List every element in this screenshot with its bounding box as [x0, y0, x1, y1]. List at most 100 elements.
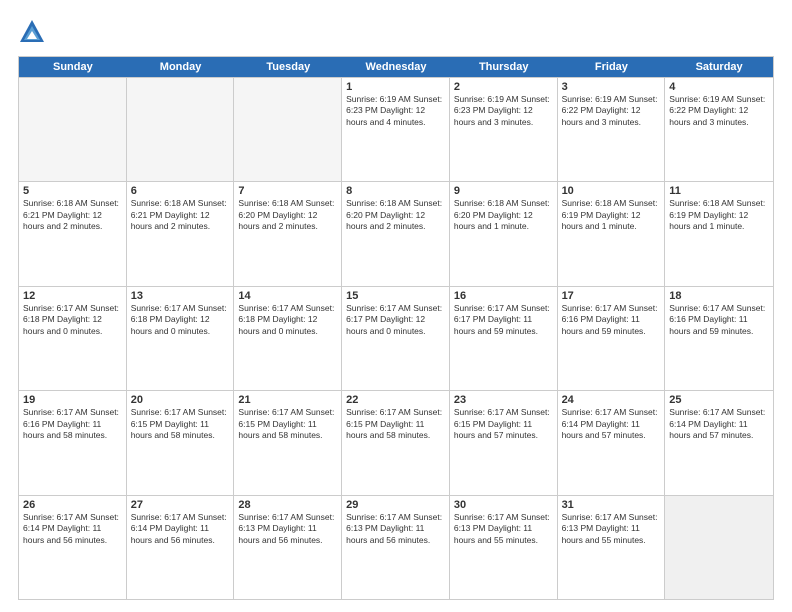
day-info: Sunrise: 6:18 AM Sunset: 6:21 PM Dayligh…: [131, 198, 230, 232]
calendar-row-3: 19Sunrise: 6:17 AM Sunset: 6:16 PM Dayli…: [19, 390, 773, 494]
day-info: Sunrise: 6:19 AM Sunset: 6:23 PM Dayligh…: [346, 94, 445, 128]
day-info: Sunrise: 6:17 AM Sunset: 6:13 PM Dayligh…: [238, 512, 337, 546]
day-info: Sunrise: 6:19 AM Sunset: 6:23 PM Dayligh…: [454, 94, 553, 128]
day-number: 29: [346, 499, 445, 511]
calendar: SundayMondayTuesdayWednesdayThursdayFrid…: [18, 56, 774, 600]
day-number: 12: [23, 290, 122, 302]
calendar-cell: 30Sunrise: 6:17 AM Sunset: 6:13 PM Dayli…: [450, 496, 558, 599]
weekday-header-thursday: Thursday: [450, 57, 558, 77]
calendar-cell: 3Sunrise: 6:19 AM Sunset: 6:22 PM Daylig…: [558, 78, 666, 181]
calendar-cell: 29Sunrise: 6:17 AM Sunset: 6:13 PM Dayli…: [342, 496, 450, 599]
day-info: Sunrise: 6:17 AM Sunset: 6:16 PM Dayligh…: [669, 303, 769, 337]
calendar-cell: 1Sunrise: 6:19 AM Sunset: 6:23 PM Daylig…: [342, 78, 450, 181]
calendar-cell: 19Sunrise: 6:17 AM Sunset: 6:16 PM Dayli…: [19, 391, 127, 494]
calendar-cell: 21Sunrise: 6:17 AM Sunset: 6:15 PM Dayli…: [234, 391, 342, 494]
day-number: 19: [23, 394, 122, 406]
day-info: Sunrise: 6:18 AM Sunset: 6:19 PM Dayligh…: [562, 198, 661, 232]
day-number: 20: [131, 394, 230, 406]
day-info: Sunrise: 6:17 AM Sunset: 6:15 PM Dayligh…: [454, 407, 553, 441]
calendar-cell: [19, 78, 127, 181]
calendar-cell: 27Sunrise: 6:17 AM Sunset: 6:14 PM Dayli…: [127, 496, 235, 599]
day-info: Sunrise: 6:17 AM Sunset: 6:18 PM Dayligh…: [131, 303, 230, 337]
calendar-row-4: 26Sunrise: 6:17 AM Sunset: 6:14 PM Dayli…: [19, 495, 773, 599]
day-info: Sunrise: 6:17 AM Sunset: 6:17 PM Dayligh…: [454, 303, 553, 337]
day-number: 3: [562, 81, 661, 93]
weekday-header-wednesday: Wednesday: [342, 57, 450, 77]
day-number: 11: [669, 185, 769, 197]
weekday-header-tuesday: Tuesday: [234, 57, 342, 77]
day-number: 23: [454, 394, 553, 406]
day-number: 24: [562, 394, 661, 406]
day-info: Sunrise: 6:17 AM Sunset: 6:13 PM Dayligh…: [346, 512, 445, 546]
calendar-row-2: 12Sunrise: 6:17 AM Sunset: 6:18 PM Dayli…: [19, 286, 773, 390]
day-info: Sunrise: 6:17 AM Sunset: 6:15 PM Dayligh…: [346, 407, 445, 441]
day-number: 4: [669, 81, 769, 93]
header: [18, 18, 774, 46]
day-info: Sunrise: 6:17 AM Sunset: 6:15 PM Dayligh…: [238, 407, 337, 441]
day-info: Sunrise: 6:19 AM Sunset: 6:22 PM Dayligh…: [562, 94, 661, 128]
day-number: 17: [562, 290, 661, 302]
day-number: 31: [562, 499, 661, 511]
day-info: Sunrise: 6:17 AM Sunset: 6:14 PM Dayligh…: [562, 407, 661, 441]
calendar-cell: 5Sunrise: 6:18 AM Sunset: 6:21 PM Daylig…: [19, 182, 127, 285]
calendar-cell: 20Sunrise: 6:17 AM Sunset: 6:15 PM Dayli…: [127, 391, 235, 494]
day-info: Sunrise: 6:18 AM Sunset: 6:20 PM Dayligh…: [238, 198, 337, 232]
calendar-cell: 15Sunrise: 6:17 AM Sunset: 6:17 PM Dayli…: [342, 287, 450, 390]
day-info: Sunrise: 6:18 AM Sunset: 6:20 PM Dayligh…: [454, 198, 553, 232]
day-number: 7: [238, 185, 337, 197]
day-number: 25: [669, 394, 769, 406]
day-info: Sunrise: 6:17 AM Sunset: 6:14 PM Dayligh…: [23, 512, 122, 546]
calendar-cell: 8Sunrise: 6:18 AM Sunset: 6:20 PM Daylig…: [342, 182, 450, 285]
day-number: 8: [346, 185, 445, 197]
logo-icon: [18, 18, 46, 46]
day-info: Sunrise: 6:17 AM Sunset: 6:13 PM Dayligh…: [454, 512, 553, 546]
calendar-cell: 7Sunrise: 6:18 AM Sunset: 6:20 PM Daylig…: [234, 182, 342, 285]
day-number: 30: [454, 499, 553, 511]
calendar-cell: 23Sunrise: 6:17 AM Sunset: 6:15 PM Dayli…: [450, 391, 558, 494]
calendar-cell: 17Sunrise: 6:17 AM Sunset: 6:16 PM Dayli…: [558, 287, 666, 390]
calendar-row-0: 1Sunrise: 6:19 AM Sunset: 6:23 PM Daylig…: [19, 77, 773, 181]
calendar-body: 1Sunrise: 6:19 AM Sunset: 6:23 PM Daylig…: [19, 77, 773, 599]
calendar-cell: 14Sunrise: 6:17 AM Sunset: 6:18 PM Dayli…: [234, 287, 342, 390]
calendar-cell: 10Sunrise: 6:18 AM Sunset: 6:19 PM Dayli…: [558, 182, 666, 285]
calendar-cell: [127, 78, 235, 181]
day-number: 1: [346, 81, 445, 93]
weekday-header-friday: Friday: [558, 57, 666, 77]
day-number: 10: [562, 185, 661, 197]
day-info: Sunrise: 6:17 AM Sunset: 6:13 PM Dayligh…: [562, 512, 661, 546]
calendar-cell: 31Sunrise: 6:17 AM Sunset: 6:13 PM Dayli…: [558, 496, 666, 599]
day-number: 18: [669, 290, 769, 302]
calendar-cell: 25Sunrise: 6:17 AM Sunset: 6:14 PM Dayli…: [665, 391, 773, 494]
day-number: 27: [131, 499, 230, 511]
weekday-header-monday: Monday: [127, 57, 235, 77]
day-number: 21: [238, 394, 337, 406]
day-number: 26: [23, 499, 122, 511]
day-info: Sunrise: 6:17 AM Sunset: 6:18 PM Dayligh…: [238, 303, 337, 337]
day-number: 28: [238, 499, 337, 511]
day-info: Sunrise: 6:18 AM Sunset: 6:20 PM Dayligh…: [346, 198, 445, 232]
day-info: Sunrise: 6:17 AM Sunset: 6:16 PM Dayligh…: [562, 303, 661, 337]
day-info: Sunrise: 6:17 AM Sunset: 6:18 PM Dayligh…: [23, 303, 122, 337]
calendar-cell: 13Sunrise: 6:17 AM Sunset: 6:18 PM Dayli…: [127, 287, 235, 390]
calendar-cell: 9Sunrise: 6:18 AM Sunset: 6:20 PM Daylig…: [450, 182, 558, 285]
day-number: 13: [131, 290, 230, 302]
logo: [18, 18, 50, 46]
calendar-cell: 11Sunrise: 6:18 AM Sunset: 6:19 PM Dayli…: [665, 182, 773, 285]
weekday-header-sunday: Sunday: [19, 57, 127, 77]
day-info: Sunrise: 6:19 AM Sunset: 6:22 PM Dayligh…: [669, 94, 769, 128]
day-info: Sunrise: 6:18 AM Sunset: 6:21 PM Dayligh…: [23, 198, 122, 232]
calendar-cell: 24Sunrise: 6:17 AM Sunset: 6:14 PM Dayli…: [558, 391, 666, 494]
calendar-cell: 26Sunrise: 6:17 AM Sunset: 6:14 PM Dayli…: [19, 496, 127, 599]
calendar-cell: [665, 496, 773, 599]
calendar-cell: [234, 78, 342, 181]
day-number: 5: [23, 185, 122, 197]
calendar-cell: 6Sunrise: 6:18 AM Sunset: 6:21 PM Daylig…: [127, 182, 235, 285]
day-number: 14: [238, 290, 337, 302]
page: SundayMondayTuesdayWednesdayThursdayFrid…: [0, 0, 792, 612]
calendar-header: SundayMondayTuesdayWednesdayThursdayFrid…: [19, 57, 773, 77]
calendar-cell: 16Sunrise: 6:17 AM Sunset: 6:17 PM Dayli…: [450, 287, 558, 390]
day-number: 15: [346, 290, 445, 302]
day-number: 16: [454, 290, 553, 302]
weekday-header-saturday: Saturday: [665, 57, 773, 77]
calendar-row-1: 5Sunrise: 6:18 AM Sunset: 6:21 PM Daylig…: [19, 181, 773, 285]
